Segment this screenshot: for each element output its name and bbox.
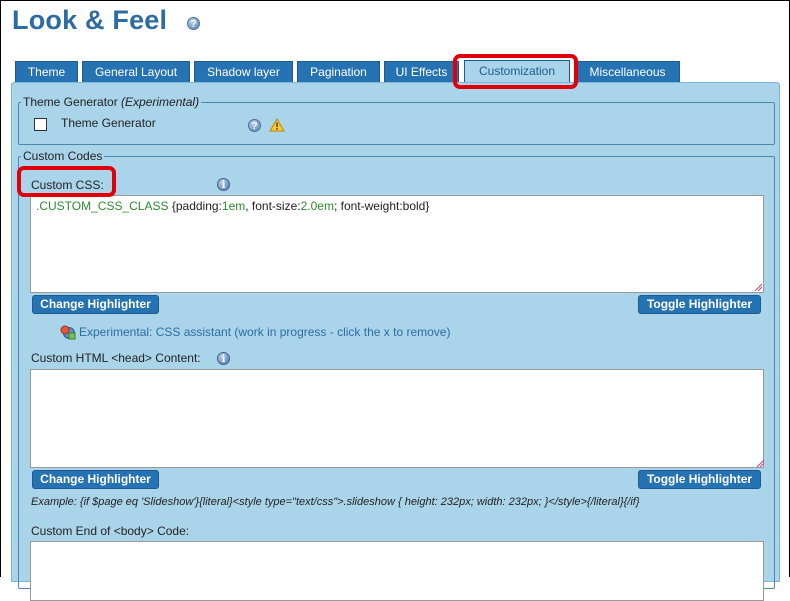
css-assistant-icon — [60, 325, 76, 340]
tab-shadow-layer[interactable]: Shadow layer — [194, 61, 293, 82]
tab-theme[interactable]: Theme — [15, 61, 78, 82]
tab-customization[interactable]: Customization — [464, 60, 570, 83]
custom-codes-legend: Custom Codes — [23, 149, 103, 163]
custom-body-end-label: Custom End of <body> Code: — [31, 524, 190, 538]
resize-grip-icon[interactable] — [754, 283, 762, 291]
custom-head-label: Custom HTML <head> Content: — [31, 351, 201, 365]
tab-ui-effects[interactable]: UI Effects — [384, 61, 459, 82]
custom-css-info-icon[interactable]: i — [217, 178, 230, 191]
page-title: Look & Feel — [12, 5, 168, 35]
tab-pagination[interactable]: Pagination — [297, 61, 380, 82]
custom-css-textarea[interactable]: .CUSTOM_CSS_CLASS {padding:1em, font-siz… — [30, 195, 764, 293]
tab-miscellaneous[interactable]: Miscellaneous — [575, 61, 680, 82]
custom-body-end-textarea[interactable] — [30, 541, 764, 601]
help-icon[interactable]: ? — [187, 17, 200, 30]
example-text: Example: {if $page eq 'Slideshow'}{liter… — [31, 496, 640, 508]
theme-generator-label: Theme Generator — [61, 116, 156, 130]
change-highlighter-button[interactable]: Change Highlighter — [32, 295, 159, 314]
tab-general-layout[interactable]: General Layout — [82, 61, 190, 82]
theme-generator-legend: Theme Generator (Experimental) — [23, 95, 200, 109]
resize-grip-icon[interactable] — [756, 459, 764, 467]
custom-css-label: Custom CSS: — [31, 178, 104, 192]
toggle-highlighter-button-2[interactable]: Toggle Highlighter — [638, 470, 761, 489]
theme-generator-checkbox[interactable] — [34, 118, 47, 131]
custom-head-textarea[interactable] — [30, 369, 764, 468]
toggle-highlighter-button[interactable]: Toggle Highlighter — [638, 295, 761, 314]
warning-icon — [269, 118, 285, 132]
change-highlighter-button-2[interactable]: Change Highlighter — [32, 470, 159, 489]
customization-panel: Theme Generator (Experimental) Theme Gen… — [11, 82, 780, 601]
css-assistant-link[interactable]: Experimental: CSS assistant (work in pro… — [79, 325, 450, 339]
custom-head-info-icon[interactable]: i — [217, 352, 230, 365]
theme-generator-help-icon[interactable]: ? — [248, 119, 261, 132]
